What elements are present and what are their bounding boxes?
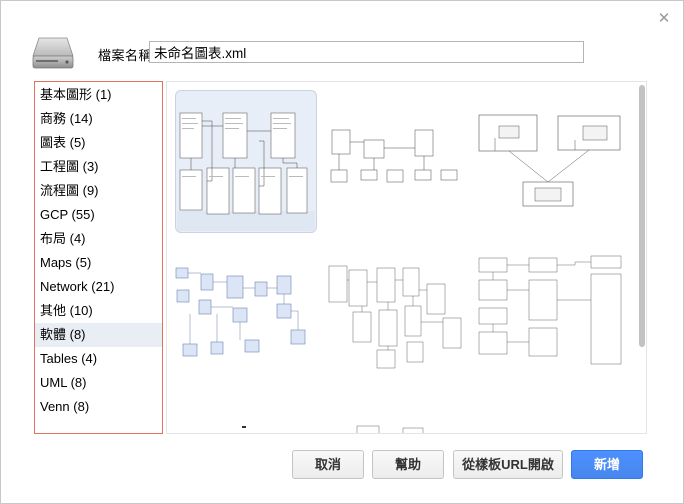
close-icon[interactable]: ✕ xyxy=(656,11,672,27)
category-venn[interactable]: Venn (8) xyxy=(35,395,162,419)
template-thumbnail[interactable] xyxy=(475,254,625,374)
category-other[interactable]: 其他 (10) xyxy=(35,299,162,323)
category-basic[interactable]: 基本圖形 (1) xyxy=(35,83,162,107)
template-category-list: 基本圖形 (1) 商務 (14) 圖表 (5) 工程圖 (3) 流程圖 (9) … xyxy=(34,81,163,434)
cancel-button[interactable]: 取消 xyxy=(292,450,364,479)
create-button[interactable]: 新增 xyxy=(571,450,643,479)
category-gcp[interactable]: GCP (55) xyxy=(35,203,162,227)
category-engineering[interactable]: 工程圖 (3) xyxy=(35,155,162,179)
preview-scrollbar-thumb[interactable] xyxy=(639,85,645,347)
template-thumbnail[interactable] xyxy=(173,260,315,360)
category-tables[interactable]: Tables (4) xyxy=(35,347,162,371)
hard-drive-icon xyxy=(32,37,74,69)
filename-label: 檔案名稱: xyxy=(98,48,157,63)
template-thumbnail[interactable] xyxy=(237,420,437,434)
category-network[interactable]: Network (21) xyxy=(35,275,162,299)
category-layout[interactable]: 布局 (4) xyxy=(35,227,162,251)
template-preview-pane xyxy=(166,81,647,434)
category-flowcharts[interactable]: 流程圖 (9) xyxy=(35,179,162,203)
category-uml[interactable]: UML (8) xyxy=(35,371,162,395)
category-maps[interactable]: Maps (5) xyxy=(35,251,162,275)
filename-input[interactable] xyxy=(149,41,584,63)
help-button[interactable]: 幫助 xyxy=(372,450,444,479)
template-thumbnail[interactable] xyxy=(327,260,467,370)
new-diagram-dialog: ✕ 檔案名稱: 基本圖形 (1) 商務 (14) 圖表 (5) 工程圖 (3) … xyxy=(0,0,684,504)
template-thumbnail[interactable] xyxy=(475,110,625,210)
template-thumbnail[interactable] xyxy=(175,90,317,233)
template-thumbnail[interactable] xyxy=(327,122,467,192)
category-business[interactable]: 商務 (14) xyxy=(35,107,162,131)
category-software[interactable]: 軟體 (8) xyxy=(35,323,162,347)
category-charts[interactable]: 圖表 (5) xyxy=(35,131,162,155)
open-from-template-url-button[interactable]: 從樣板URL開啟 xyxy=(453,450,563,479)
